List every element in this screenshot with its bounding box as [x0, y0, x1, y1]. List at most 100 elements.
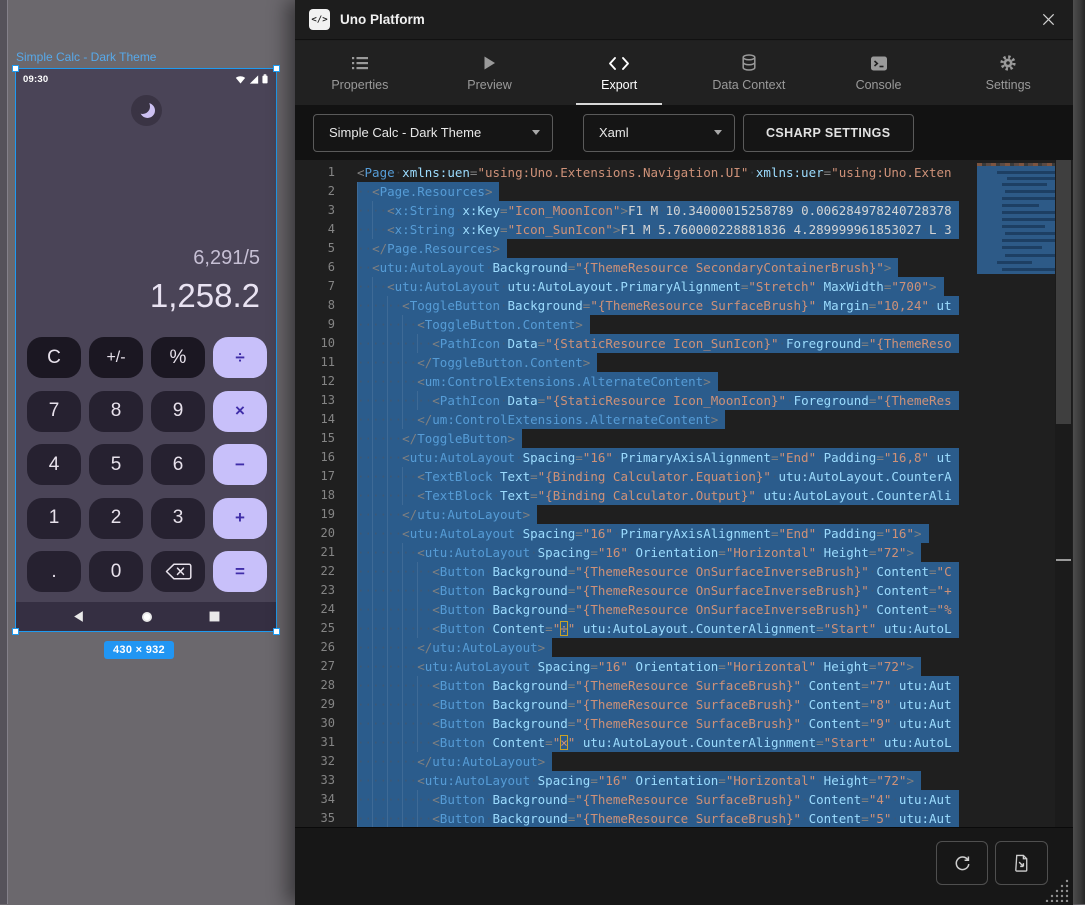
code-text: ········<ToggleButton.Content> — [357, 315, 590, 334]
tab-label: Settings — [986, 78, 1031, 92]
editor-scrollbar-thumb[interactable] — [1056, 160, 1071, 424]
tab-bar: PropertiesPreviewExport Data Context Conso… — [295, 41, 1073, 106]
tab-export[interactable]: Export — [554, 41, 684, 105]
code-line: 24··········<Button·Background="{ThemeRe… — [295, 600, 969, 619]
code-text: ········<TextBlock·Text="{Binding·Calcul… — [357, 467, 959, 486]
format-select[interactable]: Xaml — [583, 114, 735, 152]
line-number: 18 — [295, 486, 335, 505]
code-line: 16······<utu:AutoLayout·Spacing="16"·Pri… — [295, 448, 969, 467]
code-text: ········<um:ControlExtensions.AlternateC… — [357, 372, 718, 391]
page-select[interactable]: Simple Calc - Dark Theme — [313, 114, 553, 152]
nav-home-icon[interactable] — [140, 610, 154, 624]
frame-label[interactable]: Simple Calc - Dark Theme — [16, 50, 156, 64]
line-number: 13 — [295, 391, 335, 410]
refresh-button[interactable] — [936, 841, 988, 885]
line-number: 21 — [295, 543, 335, 562]
calc-button-three[interactable]: 3 — [151, 498, 205, 539]
code-line: 29··········<Button·Background="{ThemeRe… — [295, 695, 969, 714]
calc-button-one[interactable]: 1 — [27, 498, 81, 539]
backspace-icon — [165, 563, 192, 580]
minimap[interactable] — [977, 163, 1055, 823]
calc-button-zero[interactable]: 0 — [89, 551, 143, 592]
line-number: 12 — [295, 372, 335, 391]
nav-back-icon[interactable] — [72, 610, 85, 623]
selection-handle-top-right[interactable] — [273, 65, 280, 72]
uno-platform-window: </> Uno Platform PropertiesPreviewExport… — [295, 0, 1085, 904]
tab-preview[interactable]: Preview — [425, 41, 555, 105]
code-line: 35··········<Button·Background="{ThemeRe… — [295, 809, 969, 827]
code-text: ··········<PathIcon·Data="{StaticResourc… — [357, 391, 959, 410]
code-line: 30··········<Button·Background="{ThemeRe… — [295, 714, 969, 733]
page-select-value: Simple Calc - Dark Theme — [329, 125, 481, 140]
window-scrollbar[interactable] — [1073, 0, 1085, 904]
status-time: 09:30 — [23, 74, 48, 85]
nav-recent-icon[interactable] — [209, 611, 220, 622]
code-editor[interactable]: 1<Page·xmlns:uen="using:Uno.Extensions.N… — [295, 160, 1073, 827]
code-line: 33········<utu:AutoLayout·Spacing="16"·O… — [295, 771, 969, 790]
code-text: ········<TextBlock·Text="{Binding·Calcul… — [357, 486, 959, 505]
tab-settings[interactable]: Settings — [943, 41, 1073, 105]
code-line: 31··········<Button·Content="×"·utu:Auto… — [295, 733, 969, 752]
line-number: 9 — [295, 315, 335, 334]
resize-grip[interactable] — [1044, 876, 1070, 902]
refresh-icon — [953, 854, 972, 873]
calc-button-two[interactable]: 2 — [89, 498, 143, 539]
tab-label: Data Context — [712, 78, 785, 92]
theme-toggle-button[interactable] — [131, 95, 162, 126]
calc-button-percent[interactable]: % — [151, 337, 205, 378]
code-text: ········</utu:AutoLayout> — [357, 752, 552, 771]
line-number: 10 — [295, 334, 335, 353]
code-text: ··········<Button·Background="{ThemeReso… — [357, 676, 959, 695]
selection-handle-bottom-right[interactable] — [273, 628, 280, 635]
export-toolbar: Simple Calc - Dark Theme Xaml CSHARP SET… — [295, 105, 1073, 160]
code-text: ··········<Button·Background="{ThemeReso… — [357, 790, 959, 809]
calc-button-backspace[interactable] — [151, 551, 205, 592]
calc-button-five[interactable]: 5 — [89, 444, 143, 485]
code-line: 19······</utu:AutoLayout> — [295, 505, 969, 524]
calc-button-equals[interactable]: = — [213, 551, 267, 592]
editor-scrollbar[interactable] — [1055, 160, 1072, 827]
line-number: 31 — [295, 733, 335, 752]
code-text: ······<utu:AutoLayout·Spacing="16"·Prima… — [357, 524, 929, 543]
line-number: 14 — [295, 410, 335, 429]
code-text: ······</utu:AutoLayout> — [357, 505, 537, 524]
code-line: 5··</Page.Resources> — [295, 239, 969, 258]
calc-button-eight[interactable]: 8 — [89, 391, 143, 432]
code-icon — [608, 54, 630, 72]
line-number: 22 — [295, 562, 335, 581]
selection-handle-bottom-left[interactable] — [12, 628, 19, 635]
calc-button-seven[interactable]: 7 — [27, 391, 81, 432]
line-number: 4 — [295, 220, 335, 239]
uno-platform-logo-icon: </> — [309, 9, 330, 30]
code-line: 34··········<Button·Background="{ThemeRe… — [295, 790, 969, 809]
tab-console[interactable]: Console — [814, 41, 944, 105]
chevron-down-icon — [714, 130, 722, 135]
calc-button-decimal[interactable]: . — [27, 551, 81, 592]
calc-button-divide[interactable]: ÷ — [213, 337, 267, 378]
close-icon[interactable] — [1037, 9, 1059, 31]
calc-button-subtract[interactable]: − — [213, 444, 267, 485]
calc-button-multiply[interactable]: × — [213, 391, 267, 432]
calc-button-add[interactable]: + — [213, 498, 267, 539]
csharp-settings-button[interactable]: CSHARP SETTINGS — [743, 114, 914, 152]
code-text: ········<utu:AutoLayout·Spacing="16"·Ori… — [357, 771, 921, 790]
calc-button-six[interactable]: 6 — [151, 444, 205, 485]
tab-data-context[interactable]: Data Context — [684, 41, 814, 105]
calc-button-plus-minus[interactable]: +/- — [89, 337, 143, 378]
code-text: ··········<Button·Background="{ThemeReso… — [357, 714, 959, 733]
tab-properties[interactable]: Properties — [295, 41, 425, 105]
code-line: 3····<x:String·x:Key="Icon_MoonIcon">F1·… — [295, 201, 969, 220]
minimap-selection-block — [977, 166, 1055, 274]
line-number: 6 — [295, 258, 335, 277]
code-line: 15······</ToggleButton> — [295, 429, 969, 448]
calc-button-four[interactable]: 4 — [27, 444, 81, 485]
calc-button-nine[interactable]: 9 — [151, 391, 205, 432]
code-lines[interactable]: 1<Page·xmlns:uen="using:Uno.Extensions.N… — [295, 163, 969, 827]
selection-handle-top-left[interactable] — [12, 65, 19, 72]
code-text: ········<utu:AutoLayout·Spacing="16"·Ori… — [357, 543, 921, 562]
export-file-button[interactable] — [995, 841, 1048, 885]
phone-frame[interactable]: 09:30 6,291/5 1,258.2 C+/-%÷789×456−123+… — [15, 68, 277, 632]
calc-button-clear[interactable]: C — [27, 337, 81, 378]
figma-canvas[interactable]: Simple Calc - Dark Theme 09:30 6,291/5 1… — [0, 0, 295, 904]
code-line: 12 ········<um:ControlExtensions.Alternat… — [295, 372, 969, 391]
